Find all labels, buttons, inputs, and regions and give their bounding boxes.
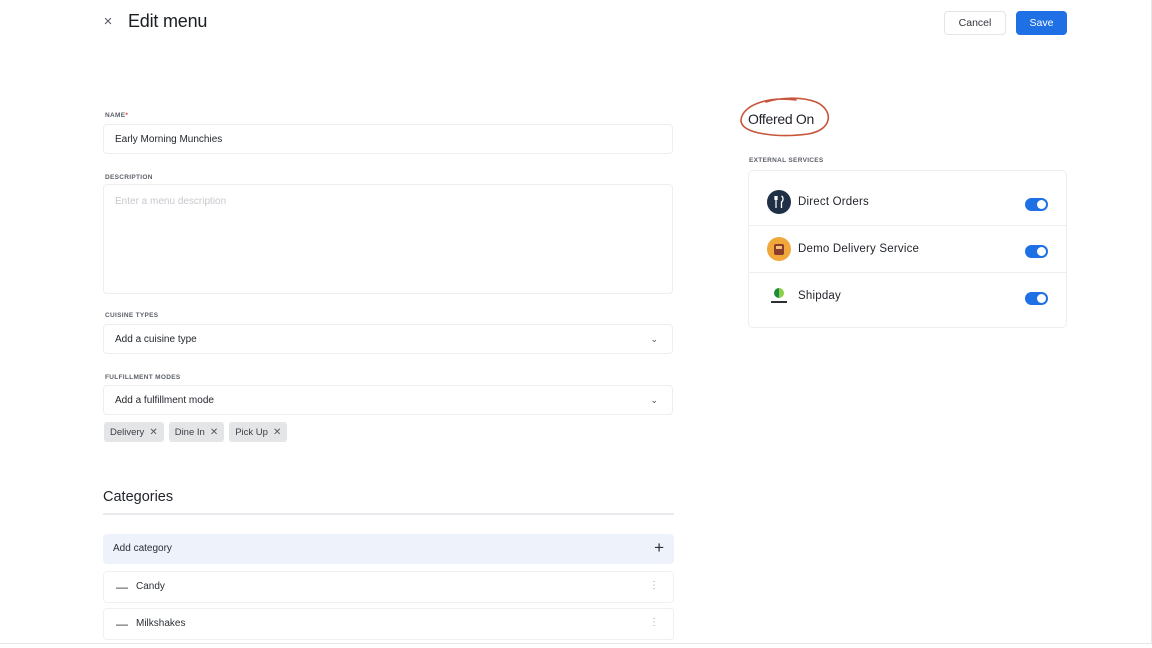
service-name: Shipday xyxy=(798,290,841,302)
name-field-value: Early Morning Munchies xyxy=(115,134,223,145)
name-label: NAME* xyxy=(105,112,129,119)
page-title: Edit menu xyxy=(128,11,208,31)
service-row-demo-delivery: Demo Delivery Service xyxy=(749,226,1066,273)
delivery-bag-icon xyxy=(767,237,791,261)
description-label: DESCRIPTION xyxy=(105,174,153,181)
offered-on-heading: Offered On xyxy=(748,111,815,127)
category-row[interactable]: — Candy ⋮ xyxy=(103,571,674,603)
description-field[interactable]: Enter a menu description xyxy=(103,184,673,294)
fulfillment-mode-select-value: Add a fulfillment mode xyxy=(115,395,214,406)
category-name: Milkshakes xyxy=(136,618,186,629)
add-category-button[interactable]: Add category + xyxy=(103,534,674,564)
service-row-shipday: Shipday xyxy=(749,273,1066,320)
more-icon[interactable]: ⋮ xyxy=(649,580,659,591)
edit-menu-page: × Edit menu Cancel Save NAME* Early Morn… xyxy=(0,0,1152,644)
category-name: Candy xyxy=(136,581,165,592)
fulfillment-mode-select[interactable]: Add a fulfillment mode ⌄ xyxy=(103,385,673,415)
shipday-logo-icon xyxy=(767,284,791,308)
service-name: Direct Orders xyxy=(798,196,869,208)
chip-delivery: Delivery ✕ xyxy=(104,422,164,442)
fork-knife-icon xyxy=(767,190,791,214)
collapse-icon[interactable]: — xyxy=(116,580,128,594)
fulfillment-chips: Delivery ✕ Dine In ✕ Pick Up ✕ xyxy=(104,422,288,442)
service-row-direct-orders: Direct Orders xyxy=(749,179,1066,226)
service-name: Demo Delivery Service xyxy=(798,243,920,255)
cuisine-type-select[interactable]: Add a cuisine type ⌄ xyxy=(103,324,673,354)
cuisine-type-select-value: Add a cuisine type xyxy=(115,334,197,345)
save-button[interactable]: Save xyxy=(1016,11,1067,35)
fulfillment-modes-label: FULFILLMENT MODES xyxy=(105,374,181,381)
category-row[interactable]: — Milkshakes ⋮ xyxy=(103,608,674,640)
plus-icon[interactable]: + xyxy=(654,538,664,558)
description-placeholder: Enter a menu description xyxy=(115,196,227,207)
external-services-label: EXTERNAL SERVICES xyxy=(749,157,824,164)
remove-chip-icon[interactable]: ✕ xyxy=(273,427,281,438)
cuisine-types-label: CUISINE TYPES xyxy=(105,312,159,319)
required-mark: * xyxy=(125,112,129,119)
chevron-down-icon: ⌄ xyxy=(650,395,658,405)
close-icon[interactable]: × xyxy=(100,12,116,32)
more-icon[interactable]: ⋮ xyxy=(649,617,659,628)
collapse-icon[interactable]: — xyxy=(116,617,128,631)
cancel-button[interactable]: Cancel xyxy=(944,11,1006,35)
chip-dine-in: Dine In ✕ xyxy=(168,422,225,442)
demo-delivery-toggle[interactable] xyxy=(1025,245,1048,258)
name-field[interactable]: Early Morning Munchies xyxy=(103,124,673,154)
divider xyxy=(103,513,674,515)
chip-pick-up: Pick Up ✕ xyxy=(229,422,288,442)
categories-heading: Categories xyxy=(103,489,174,505)
add-category-label: Add category xyxy=(113,543,172,554)
chevron-down-icon: ⌄ xyxy=(650,334,658,344)
remove-chip-icon[interactable]: ✕ xyxy=(210,427,218,438)
shipday-toggle[interactable] xyxy=(1025,292,1048,305)
direct-orders-toggle[interactable] xyxy=(1025,198,1048,211)
remove-chip-icon[interactable]: ✕ xyxy=(149,427,157,438)
external-services-list: Direct Orders Demo Delivery Service Ship… xyxy=(748,170,1067,328)
